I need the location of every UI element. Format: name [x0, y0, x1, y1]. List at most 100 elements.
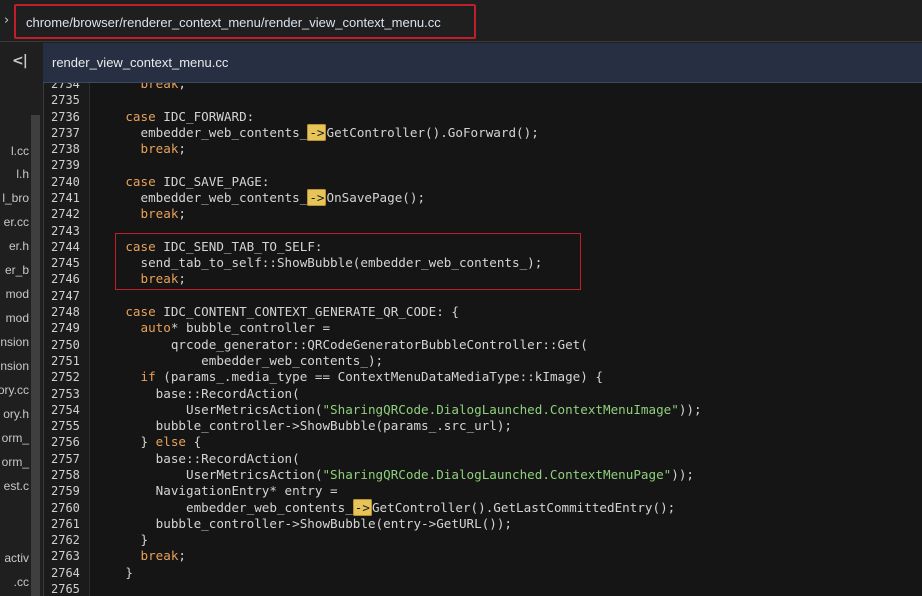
breadcrumb[interactable]: chrome/browser/renderer_context_menu/ren… [14, 4, 476, 39]
line-number: 2742 [51, 207, 80, 221]
code-view: 2734 2735 2736 2737 2738 2739 2740 2741 2742 2743… [43, 83, 922, 596]
code-line: embedder_web_contents_ -> GetController().… [95, 124, 539, 141]
file-tree-item[interactable]: .cc [14, 575, 29, 589]
code-token: bubble_controller->ShowBubble(entry->Get… [95, 516, 513, 531]
line-number: 2741 [51, 191, 80, 205]
code-token: } [95, 532, 149, 547]
file-tree-item[interactable]: l.cc [11, 144, 29, 158]
line-number: 2761 [51, 517, 80, 531]
code-token: { [186, 434, 202, 449]
code-line: bubble_controller->ShowBubble(params_.sr… [95, 418, 512, 434]
code-token: embedder_web_contents_ [95, 190, 308, 205]
collapse-sidebar-icon[interactable]: <| [12, 53, 28, 69]
code-line: UserMetricsAction("SharingQRCode.DialogL… [95, 467, 694, 483]
line-number: 2735 [51, 93, 80, 107]
file-tree-item[interactable]: orm_ [2, 431, 29, 445]
keyword-token: case [125, 109, 156, 124]
line-number: 2736 [51, 110, 80, 124]
line-number: 2743 [51, 224, 80, 238]
arrow-operator-highlight: -> [307, 124, 327, 141]
code-line: } else { [95, 434, 201, 450]
code-line: base::RecordAction( [95, 451, 300, 467]
code-token: embedder_web_contents_ [95, 500, 353, 515]
file-tree-item[interactable]: nsion [0, 335, 29, 349]
code-line: UserMetricsAction("SharingQRCode.DialogL… [95, 402, 702, 418]
code-token: UserMetricsAction( [95, 467, 323, 482]
line-number: 2756 [51, 435, 80, 449]
code-token: GetController().GetLastCommittedEntry(); [371, 500, 676, 515]
file-tree-item[interactable]: nsion [0, 359, 29, 373]
breadcrumb-path[interactable]: chrome/browser/renderer_context_menu/ren… [26, 15, 441, 30]
top-bar: › chrome/browser/renderer_context_menu/r… [0, 0, 922, 42]
code-line: break; [95, 206, 187, 222]
code-token: GetController().GoForward(); [326, 125, 539, 140]
file-tree-item[interactable]: er.cc [4, 215, 29, 229]
tab-title[interactable]: render_view_context_menu.cc [52, 55, 228, 70]
file-tree-item[interactable]: ory.h [3, 407, 29, 421]
line-number: 2744 [51, 240, 80, 254]
code-line: } [95, 532, 148, 548]
sidebar-scrollbar[interactable] [31, 115, 40, 596]
code-line: break; [95, 141, 187, 157]
file-tab-bar: render_view_context_menu.cc [43, 43, 922, 83]
code-token: } [95, 434, 156, 449]
chevron-right-icon[interactable]: › [4, 13, 9, 28]
line-number: 2760 [51, 501, 80, 515]
file-tree-item[interactable]: l_bro [2, 191, 29, 205]
line-number: 2750 [51, 338, 80, 352]
file-tree-sidebar: <| l.cc l.h l_bro er.cc er.h er_bmod mod nsion n… [0, 43, 43, 596]
file-tree-item[interactable]: ory.cc [0, 383, 29, 397]
highlight-box [115, 233, 581, 290]
keyword-token: break [140, 83, 179, 91]
code-token: ; [178, 83, 187, 91]
file-tree-item[interactable]: activ [4, 551, 29, 565]
file-tree-item[interactable]: orm_ [2, 455, 29, 469]
file-tree-item[interactable]: er_b [5, 263, 29, 277]
line-number: 2738 [51, 142, 80, 156]
code-token: IDC_FORWARD: [155, 109, 255, 124]
code-token: ; [178, 548, 187, 563]
keyword-token: else [155, 434, 187, 449]
file-tree-item[interactable]: l.h [16, 167, 29, 181]
keyword-token: auto [140, 320, 171, 335]
code-line: break; [95, 548, 187, 564]
line-number: 2737 [51, 126, 80, 140]
line-number: 2747 [51, 289, 80, 303]
file-tree-item[interactable]: est.c [4, 479, 29, 493]
string-token: "SharingQRCode.DialogLaunched.ContextMen… [322, 402, 679, 417]
file-tree-item[interactable]: mod [6, 311, 29, 325]
line-number: 2745 [51, 256, 80, 270]
line-number: 2752 [51, 370, 80, 384]
code-token: UserMetricsAction( [95, 402, 323, 417]
line-number: 2762 [51, 533, 80, 547]
code-token: (params_.media_type == ContextMenuDataMe… [155, 369, 604, 384]
code-token: IDC_CONTENT_CONTEXT_GENERATE_QR_CODE: { [155, 304, 459, 319]
line-number: 2749 [51, 321, 80, 335]
code-token: qrcode_generator::QRCodeGeneratorBubbleC… [95, 337, 588, 352]
code-line: case IDC_FORWARD: [95, 109, 254, 125]
file-tree-item[interactable]: mod [6, 287, 29, 301]
code-line: auto* bubble_controller = [95, 320, 331, 336]
code-token: bubble_controller->ShowBubble(params_.sr… [95, 418, 513, 433]
line-number: 2740 [51, 175, 80, 189]
code-line: break; [95, 83, 187, 92]
code-line: embedder_web_contents_ -> OnSavePage(); [95, 189, 425, 206]
line-number: 2751 [51, 354, 80, 368]
arrow-operator-highlight: -> [352, 499, 372, 516]
code-line: qrcode_generator::QRCodeGeneratorBubbleC… [95, 337, 588, 353]
line-number: 2746 [51, 272, 80, 286]
code-line: case IDC_SAVE_PAGE: [95, 174, 269, 190]
line-number: 2765 [51, 582, 80, 596]
code-token: embedder_web_contents_); [95, 353, 384, 368]
code-line: bubble_controller->ShowBubble(entry->Get… [95, 516, 512, 532]
code-token: } [95, 565, 133, 580]
file-tree-item[interactable]: er.h [9, 239, 29, 253]
string-token: "SharingQRCode.DialogLaunched.ContextMen… [322, 467, 672, 482]
code-line: } [95, 565, 133, 581]
